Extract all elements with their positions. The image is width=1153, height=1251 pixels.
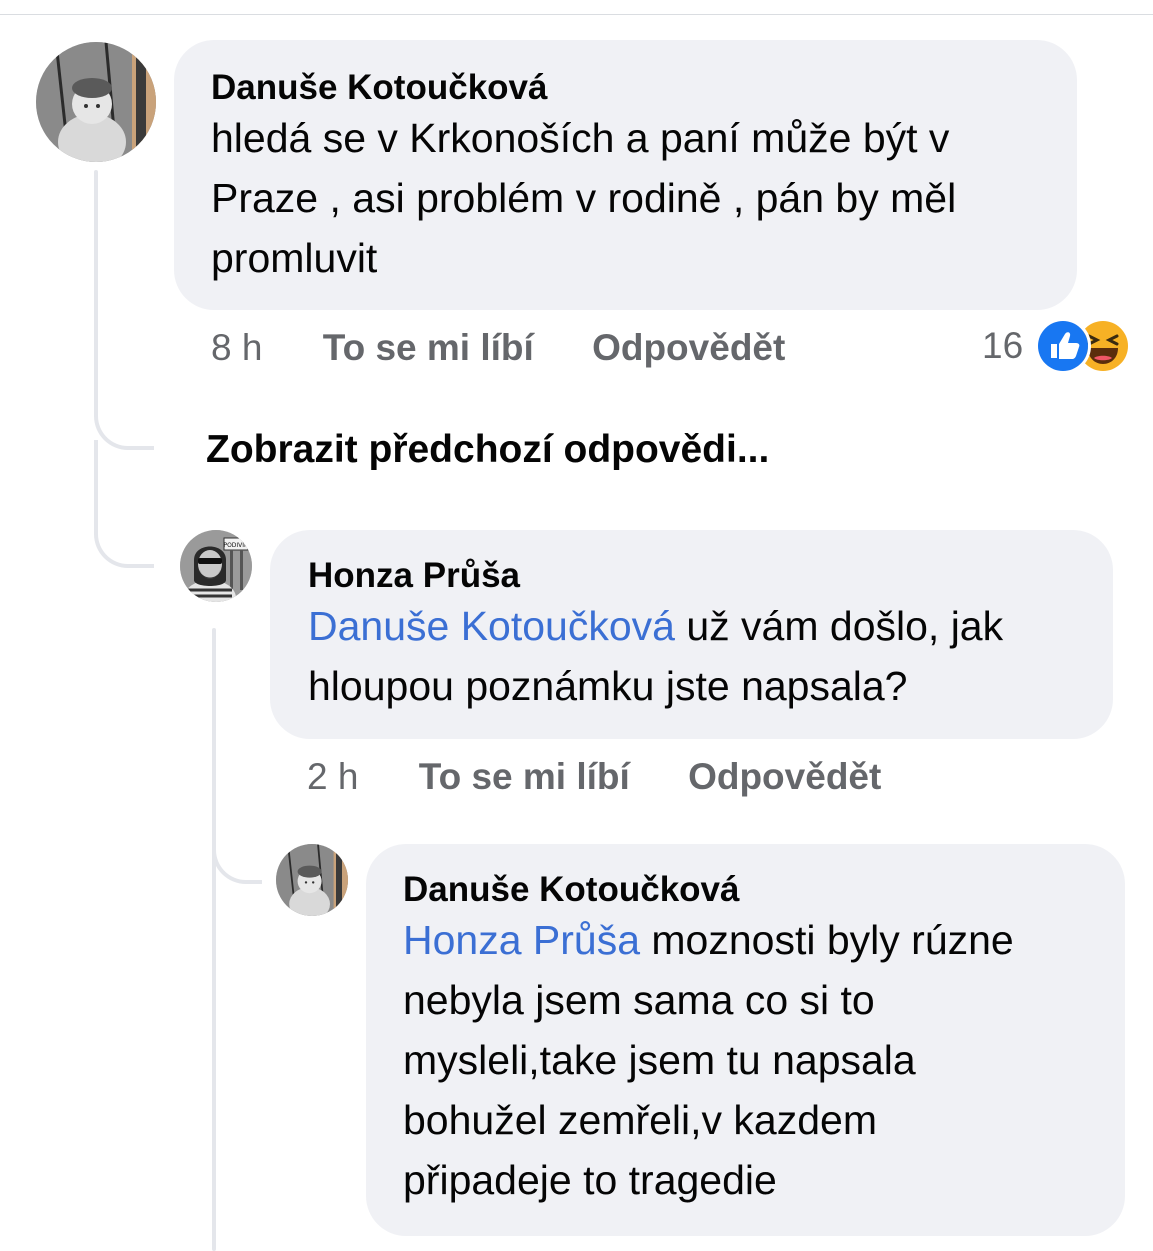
avatar-photo-child-icon xyxy=(276,844,348,916)
reply-button[interactable]: Odpovědět xyxy=(688,756,881,797)
reply-text-line: připadeje to tragedie xyxy=(403,1157,777,1203)
top-divider xyxy=(0,14,1153,15)
reply-text-span: už vám došlo, jak xyxy=(674,603,1004,649)
reply-text: Danuše Kotoučková už vám došlo, jak hlou… xyxy=(308,596,1077,716)
reply-author[interactable]: Danuše Kotoučková xyxy=(403,870,1095,910)
reply-text: Honza Průša moznosti byly rúzne nebyla j… xyxy=(403,910,1095,1210)
comment-text-line: Praze , asi problém v rodině , pán by mě… xyxy=(211,175,957,221)
comment-text: hledá se v Krkonoších a paní může být v … xyxy=(211,108,1041,288)
view-previous-replies-link[interactable]: Zobrazit předchozí odpovědi... xyxy=(206,428,769,472)
reply-button[interactable]: Odpovědět xyxy=(592,327,785,368)
comment-text-line: hledá se v Krkonoších a paní může být v xyxy=(211,115,950,161)
reply-bubble: Danuše Kotoučková Honza Průša moznosti b… xyxy=(366,844,1125,1236)
reply-text-line: Honza Průša moznosti byly rúzne xyxy=(403,910,1095,970)
reply-text-line: nebyla jsem sama co si to xyxy=(403,977,875,1023)
reply-bubble: Honza Průša Danuše Kotoučková už vám doš… xyxy=(270,530,1113,739)
reply-time[interactable]: 2 h xyxy=(307,756,358,797)
mention-link[interactable]: Honza Průša xyxy=(403,917,640,963)
thread-line-main xyxy=(94,170,98,410)
comment-time[interactable]: 8 h xyxy=(211,327,262,368)
avatar[interactable]: PODIVÍN xyxy=(180,530,252,602)
mention-link[interactable]: Danuše Kotoučková xyxy=(308,603,675,649)
like-icon xyxy=(1035,318,1092,374)
avatar-photo-child-icon xyxy=(36,42,156,162)
comment-author[interactable]: Danuše Kotoučková xyxy=(211,68,1041,108)
reply-text-line: bohužel zemřeli,v kazdem xyxy=(403,1097,877,1143)
reactions-summary[interactable]: 16 xyxy=(982,318,1132,374)
reply-meta: 2 h To se mi líbí Odpovědět xyxy=(307,755,881,799)
reaction-count: 16 xyxy=(982,325,1024,366)
thread-line-reply1 xyxy=(212,628,216,1251)
thread-connector-reply1 xyxy=(94,440,154,568)
comment-meta: 8 h To se mi líbí Odpovědět xyxy=(211,326,785,370)
svg-text:PODIVÍN: PODIVÍN xyxy=(223,542,248,549)
avatar[interactable] xyxy=(36,42,156,162)
like-button[interactable]: To se mi líbí xyxy=(323,327,534,368)
thread-connector-reply2 xyxy=(212,820,262,884)
reply-text-span: moznosti byly rúzne xyxy=(640,917,1014,963)
comment-text-line: promluvit xyxy=(211,235,378,281)
avatar-photo-man-icon: PODIVÍN xyxy=(180,530,252,602)
reply-text-line: mysleli,take jsem tu napsala xyxy=(403,1037,916,1083)
reply-text-line: hloupou poznámku jste napsala? xyxy=(308,663,908,709)
reply-author[interactable]: Honza Průša xyxy=(308,556,1077,596)
avatar[interactable] xyxy=(276,844,348,916)
like-button[interactable]: To se mi líbí xyxy=(419,756,630,797)
comment-bubble: Danuše Kotoučková hledá se v Krkonoších … xyxy=(174,40,1077,310)
reply-text-line: Danuše Kotoučková už vám došlo, jak xyxy=(308,596,1077,656)
